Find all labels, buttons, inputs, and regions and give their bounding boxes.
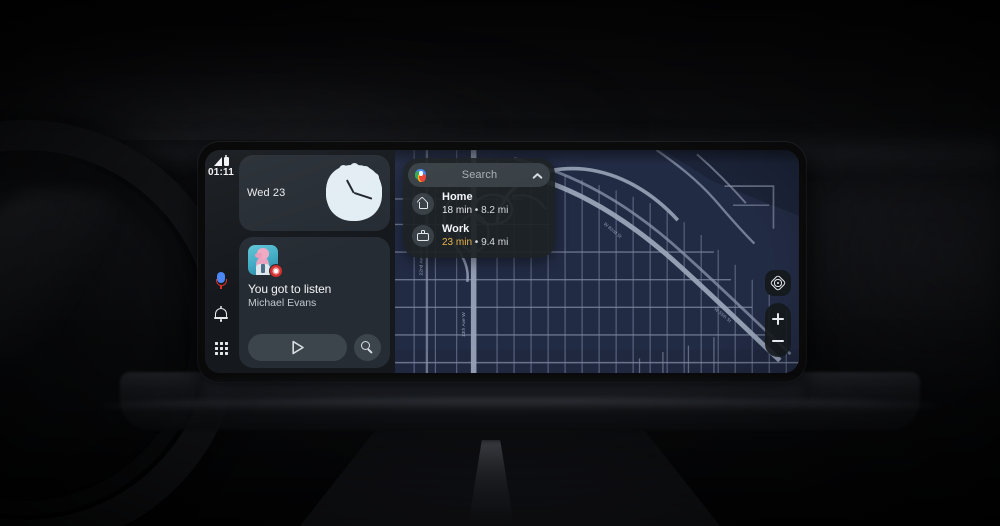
- destination-eta-home: 18 min: [442, 204, 473, 216]
- destination-meta-work: 23 min • 9.4 mi: [442, 237, 508, 249]
- clock-widget-card[interactable]: Wed 23: [239, 155, 390, 231]
- play-icon: [291, 340, 304, 355]
- nav-rail-item-assistant[interactable]: [207, 266, 235, 294]
- status-icons: [213, 155, 229, 166]
- destination-name-home: Home: [442, 191, 473, 203]
- destination-text-work: Work 23 min • 9.4 mi: [442, 223, 508, 248]
- steering-wheel-highlight: [0, 190, 120, 360]
- car-interior-scene: 01:11 Wed 23 You got to listen Michael E…: [0, 0, 1000, 526]
- podcast-badge-icon: [269, 264, 283, 278]
- microphone-icon: [215, 271, 227, 289]
- battery-icon: [223, 155, 229, 166]
- map-controls: [765, 270, 791, 357]
- media-controls-row: [248, 334, 381, 361]
- chevron-up-icon[interactable]: [532, 170, 543, 181]
- nav-rail-item-notifications[interactable]: [207, 300, 235, 328]
- destination-name-work: Work: [442, 223, 470, 236]
- home-icon: [412, 192, 434, 215]
- navigation-rail: 01:11: [205, 150, 237, 373]
- maps-search-placeholder: Search: [461, 169, 498, 181]
- search-icon: [361, 341, 374, 354]
- media-widget-card[interactable]: You got to listen Michael Evans: [239, 237, 390, 368]
- google-maps-pin-icon: [412, 166, 429, 183]
- destination-meta-home: 18 min • 8.2 mi: [442, 205, 508, 217]
- nav-rail-item-all-apps[interactable]: [207, 334, 235, 362]
- destination-eta-work: 23 min: [442, 236, 473, 248]
- zoom-in-button[interactable]: [767, 308, 789, 330]
- cellular-signal-icon: [213, 157, 222, 166]
- destination-separator-home: •: [472, 204, 482, 216]
- bell-icon: [214, 306, 228, 322]
- zoom-controls: [765, 303, 791, 357]
- maps-search-bar[interactable]: Search: [408, 163, 550, 187]
- status-bar-time: 01:11: [207, 167, 235, 178]
- status-bar: 01:11: [207, 155, 235, 178]
- widget-column: Wed 23 You got to listen Michael Evans: [237, 150, 395, 373]
- infotainment-display-bezel: 01:11 Wed 23 You got to listen Michael E…: [198, 142, 806, 382]
- destination-separator-work: •: [472, 236, 482, 248]
- map-panel[interactable]: 22nd Ave W 13th Ave W W 82nd St W 55th S…: [395, 150, 799, 373]
- analog-clock-icon: [326, 163, 382, 219]
- apps-grid-icon: [214, 341, 228, 355]
- destination-distance-work: 9.4 mi: [481, 236, 509, 248]
- destination-row-home[interactable]: Home 18 min • 8.2 mi: [408, 187, 550, 219]
- album-art-wrapper: [248, 245, 283, 278]
- recenter-location-icon: [769, 274, 787, 292]
- destination-distance-home: 8.2 mi: [481, 204, 509, 216]
- media-search-button[interactable]: [354, 334, 381, 361]
- destination-row-work[interactable]: Work 23 min • 9.4 mi: [408, 219, 550, 251]
- infotainment-screen: 01:11 Wed 23 You got to listen Michael E…: [205, 150, 799, 373]
- recenter-button[interactable]: [765, 270, 791, 296]
- media-track-title: You got to listen: [248, 282, 332, 296]
- briefcase-icon: [412, 224, 434, 247]
- clock-widget-date: Wed 23: [247, 187, 286, 199]
- minus-icon: [772, 340, 784, 342]
- play-button[interactable]: [248, 334, 347, 361]
- media-track-artist: Michael Evans: [248, 297, 317, 309]
- destination-text-home: Home 18 min • 8.2 mi: [442, 191, 508, 216]
- maps-search-panel: Search Home 18 min • 8.2 mi Work 23 min …: [403, 158, 555, 259]
- display-bottom-reflection: [205, 384, 801, 410]
- zoom-out-button[interactable]: [767, 330, 789, 352]
- svg-text:13th Ave W: 13th Ave W: [461, 312, 467, 337]
